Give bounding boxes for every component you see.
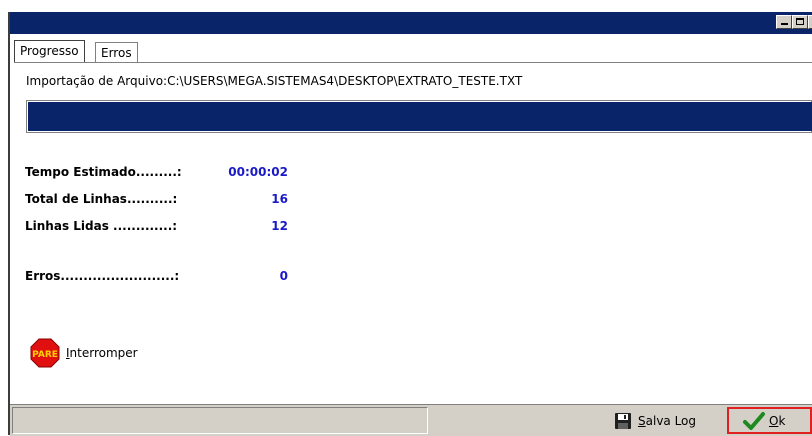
interromper-button[interactable]: PARE Interromper — [30, 338, 138, 368]
checkmark-icon — [743, 411, 765, 430]
status-bar: Salva Log Ok — [10, 404, 812, 436]
progress-bar — [26, 100, 812, 133]
ok-label: Ok — [769, 413, 786, 428]
total-linhas-label: Total de Linhas..........: — [25, 192, 178, 206]
title-bar[interactable]: ✕ — [10, 12, 812, 34]
maximize-icon — [796, 18, 804, 25]
interromper-label: Interromper — [66, 346, 138, 360]
erros-label: Erros.........................: — [25, 269, 180, 283]
salva-log-button[interactable]: Salva Log — [610, 407, 722, 434]
maximize-button[interactable] — [792, 15, 808, 29]
minimize-icon — [780, 23, 788, 25]
ok-button[interactable]: Ok — [727, 407, 812, 434]
pare-icon-text: PARE — [32, 350, 58, 360]
status-panel-1 — [12, 407, 428, 434]
linhas-lidas-value: 12 — [271, 219, 288, 233]
tab-divider — [14, 62, 812, 63]
tab-erros[interactable]: Erros — [95, 42, 138, 62]
window-body: Progresso Erros Importação de Arquivo:C:… — [10, 34, 812, 435]
close-button[interactable]: ✕ — [808, 15, 812, 29]
tab-progresso[interactable]: Progresso — [14, 40, 85, 62]
total-linhas-value: 16 — [271, 192, 288, 206]
minimize-button[interactable] — [776, 15, 792, 29]
progress-fill — [28, 102, 812, 131]
linhas-lidas-label: Linhas Lidas .............: — [25, 219, 178, 233]
floppy-disk-icon — [615, 412, 631, 429]
salva-log-label: Salva Log — [638, 413, 697, 428]
import-path-label: Importação de Arquivo:C:\USERS\MEGA.SIST… — [26, 74, 523, 88]
tempo-estimado-value: 00:00:02 — [228, 165, 288, 179]
erros-value: 0 — [279, 269, 288, 283]
tempo-estimado-label: Tempo Estimado.........: — [25, 165, 182, 179]
pare-stop-icon: PARE — [30, 338, 60, 368]
